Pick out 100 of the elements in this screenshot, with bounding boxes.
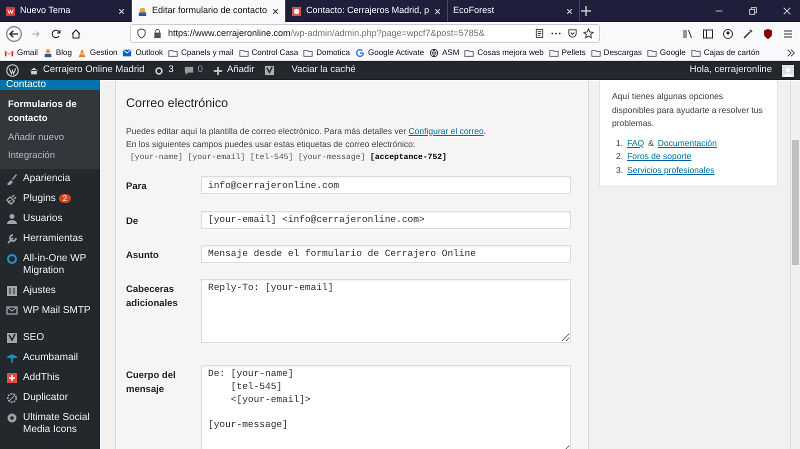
folder-icon: [168, 48, 178, 58]
folder-icon: [548, 48, 559, 58]
text-area[interactable]: Reply-To: [your-email]: [201, 279, 571, 343]
close-icon[interactable]: [565, 6, 574, 16]
bookmark-link[interactable]: Google: [646, 46, 686, 58]
help-link[interactable]: Documentación: [658, 136, 717, 150]
sidebar-item[interactable]: Duplicator: [0, 388, 100, 408]
favicon-icon: [137, 6, 148, 16]
bookmark-link[interactable]: Descargas: [590, 46, 642, 58]
list-number: 3.: [616, 164, 624, 177]
wordpress-logo-icon[interactable]: [6, 64, 19, 77]
text-field[interactable]: info@cerrajeronline.com: [201, 176, 571, 194]
address-field[interactable]: https://www.cerrajeronline.com/wp-admin/admin.php?page=wpcf7&post=5785&: [130, 24, 600, 43]
clear-cache-link[interactable]: Vaciar la caché: [291, 63, 356, 78]
bookmark-link[interactable]: Gestion: [76, 46, 118, 58]
sidebar-item[interactable]: Usuarios: [0, 209, 100, 229]
close-icon[interactable]: [117, 6, 126, 16]
text-area[interactable]: De: [your-name] [tel-545] <[your-email]> [your-message]: [201, 365, 571, 449]
bookmark-link[interactable]: Blog: [42, 46, 72, 58]
comments-link[interactable]: 0: [184, 63, 203, 78]
bookmark-link[interactable]: Cpanels y mail: [168, 46, 234, 58]
sidebar-item[interactable]: AddThis: [0, 368, 100, 388]
envelope-icon: [6, 305, 18, 317]
bookmark-link[interactable]: Domotica: [303, 46, 350, 58]
bookmark-link[interactable]: Cosas mejora web: [464, 46, 544, 58]
sidebar-item[interactable]: Apariencia: [0, 169, 100, 189]
field-label: Asunto: [126, 248, 160, 263]
bookmark-link[interactable]: Gmail: [4, 46, 38, 58]
favicon-icon: [291, 6, 302, 16]
submenu-item[interactable]: Integración: [0, 146, 100, 165]
eyedropper-icon[interactable]: [742, 28, 754, 40]
checkmark-icon: [6, 332, 18, 344]
text-field[interactable]: [your-email] <info@cerrajeronline.com>: [201, 210, 571, 228]
bookmark-link[interactable]: ASM: [429, 46, 460, 58]
library-icon[interactable]: [682, 28, 694, 40]
bookmark-link[interactable]: Control Casa: [238, 46, 298, 58]
globe-icon: [429, 48, 440, 58]
site-link[interactable]: Cerrajero Online Madrid: [29, 63, 144, 78]
sidebar-item[interactable]: Plugins 2: [0, 189, 100, 209]
home-icon: [29, 66, 39, 76]
folder-icon: [590, 48, 601, 58]
new-content-link[interactable]: Añadir: [212, 63, 254, 78]
sidebar-item[interactable]: All-in-One WP Migration: [0, 249, 100, 281]
folder-icon: [303, 48, 314, 58]
user-icon: [6, 213, 18, 225]
bookmark-link[interactable]: Google Activate: [355, 46, 424, 58]
account-icon[interactable]: [722, 28, 734, 40]
folder-icon: [464, 48, 474, 58]
sidebar-item[interactable]: WP Mail SMTP: [0, 301, 100, 321]
avatar-icon[interactable]: [782, 64, 794, 76]
help-link[interactable]: Foros de soporte: [627, 150, 692, 164]
help-link[interactable]: FAQ: [627, 136, 644, 150]
back-icon[interactable]: [6, 26, 22, 42]
sidebar-item[interactable]: Contacto: [0, 80, 100, 90]
ampersand-text: &: [648, 136, 654, 150]
browser-tab[interactable]: Editar formulario de contacto: [132, 0, 286, 22]
chevron-icon[interactable]: [786, 48, 796, 58]
folder-icon: [690, 48, 701, 58]
field-label: Cabeceras adicionales: [126, 283, 179, 312]
help-text: Aquí tienes algunas opciones disponibles para ayudarte a resolver tus problemas.: [612, 90, 764, 130]
lock-icon: [152, 28, 163, 39]
close-icon[interactable]: [433, 6, 442, 16]
account-link[interactable]: Hola, cerrajeronline: [690, 63, 772, 78]
reload-icon[interactable]: [50, 28, 62, 40]
sidebar-item[interactable]: Acumbamail: [0, 348, 100, 368]
menu-icon[interactable]: [782, 28, 794, 40]
configure-mail-link[interactable]: Configurar el correo: [408, 126, 484, 136]
updates-link[interactable]: 3: [154, 63, 174, 78]
wrench-icon: [6, 233, 18, 245]
sidebar-item[interactable]: Ultimate Social Media Icons: [0, 408, 100, 440]
pocket-icon[interactable]: [567, 28, 578, 39]
reader-view-icon[interactable]: [534, 28, 545, 39]
star-icon[interactable]: [583, 28, 594, 39]
restore-icon[interactable]: [748, 6, 758, 16]
sidebar-item[interactable]: Ajustes: [0, 281, 100, 301]
seo-plugin-icon[interactable]: [264, 65, 276, 76]
bookmark-link[interactable]: Outlook: [122, 46, 164, 58]
shield-icon: [136, 28, 147, 39]
submenu-item[interactable]: Formularios de contacto: [0, 96, 100, 128]
description-text: En los siguientes campos puedes usar estas etiquetas de correo electrónico:: [126, 138, 416, 150]
sidebar-item[interactable]: SEO: [0, 328, 100, 348]
folder-icon: [238, 48, 249, 58]
home-icon[interactable]: [70, 28, 82, 40]
plug-icon: [6, 193, 18, 205]
field-label: Cuerpo del mensaje: [126, 369, 177, 398]
sidebar-item[interactable]: Herramientas: [0, 229, 100, 249]
submenu-item[interactable]: Añadir nuevo: [0, 128, 100, 147]
text-field[interactable]: Mensaje desde el formulario de Cerrajero Online: [201, 244, 571, 263]
url-text: https://www.cerrajeronline.com/wp-admin/admin.php?page=wpcf7&post=5785&: [168, 26, 486, 40]
close-icon[interactable]: [782, 6, 792, 16]
bookmark-link[interactable]: Pellets: [548, 46, 586, 58]
close-icon[interactable]: [271, 6, 280, 16]
help-link[interactable]: Servicios profesionales: [627, 164, 714, 178]
bookmark-link[interactable]: Cajas de cartón: [690, 46, 760, 58]
scrollbar-thumb[interactable]: [792, 140, 799, 265]
plus-icon: [6, 372, 18, 384]
sidebar-icon[interactable]: [702, 28, 714, 40]
field-label: Para: [126, 180, 148, 194]
brush-icon: [6, 173, 18, 185]
shield-icon[interactable]: [762, 28, 774, 40]
